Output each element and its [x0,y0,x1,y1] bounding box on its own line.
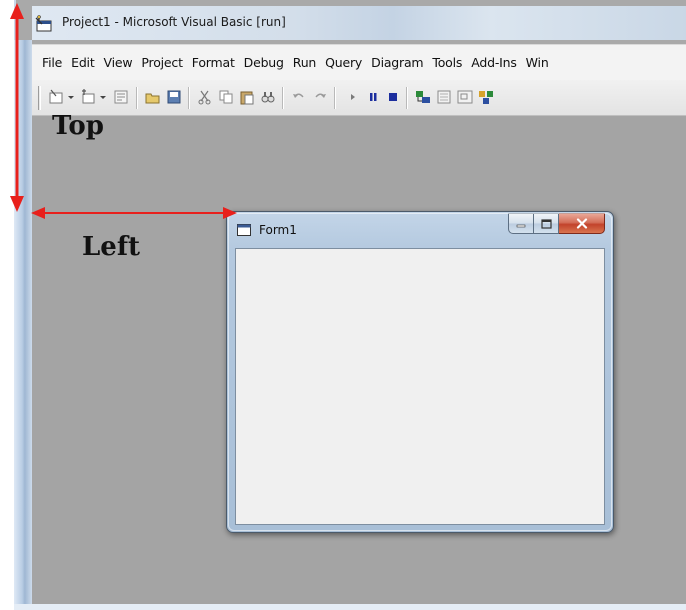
menu-diagram[interactable]: Diagram [371,55,423,70]
vb-project-icon [35,15,52,32]
menu-project[interactable]: Project [141,55,183,70]
minimize-button[interactable] [508,213,534,234]
toolbar-separator [334,87,336,109]
toolbar-separator [188,87,190,109]
menu-format[interactable]: Format [192,55,235,70]
start-icon[interactable] [344,88,362,106]
form1-title: Form1 [259,223,297,237]
toolbar-separator [282,87,284,109]
top-annotation-label: Top [52,111,104,141]
paste-icon[interactable] [238,88,256,106]
menu-tools[interactable]: Tools [432,55,462,70]
add-form-icon[interactable] [80,88,98,106]
menu-edit[interactable]: Edit [71,55,95,70]
menu-window[interactable]: Win [526,55,549,70]
menu-query[interactable]: Query [325,55,362,70]
form-window-icon [237,224,251,236]
find-icon[interactable] [259,88,277,106]
form-layout-icon[interactable] [456,88,474,106]
menu-file[interactable]: File [42,55,62,70]
ide-title-bar[interactable]: Project1 - Microsoft Visual Basic [run] [32,6,686,40]
menu-run[interactable]: Run [293,55,317,70]
close-button[interactable] [559,213,605,234]
end-icon[interactable] [384,88,402,106]
properties-window-icon[interactable] [435,88,453,106]
standard-toolbar [32,80,686,116]
undo-icon[interactable] [290,88,308,106]
window-caption-buttons [508,213,605,234]
menu-bar: File Edit View Project Format Debug Run … [32,44,686,80]
menu-debug[interactable]: Debug [244,55,284,70]
minimize-icon [516,224,526,227]
menu-view[interactable]: View [104,55,133,70]
toolbar-separator [136,87,138,109]
chevron-down-icon[interactable] [99,88,107,106]
open-project-icon[interactable] [144,88,162,106]
ide-bottom-frame [14,604,686,610]
maximize-icon [540,218,552,229]
copy-icon[interactable] [217,88,235,106]
maximize-button[interactable] [534,213,559,234]
break-icon[interactable] [364,88,382,106]
menu-add-ins[interactable]: Add-Ins [471,55,517,70]
cut-icon[interactable] [196,88,214,106]
form1-client-area[interactable] [235,248,605,525]
object-browser-icon[interactable] [477,88,495,106]
toolbar-separator [406,87,408,109]
add-project-icon[interactable] [48,88,66,106]
close-icon [576,218,587,229]
form1-window[interactable]: Form1 [226,211,614,533]
project-explorer-icon[interactable] [414,88,432,106]
toolbar-grip[interactable] [38,86,41,110]
chevron-down-icon[interactable] [67,88,75,106]
menu-editor-icon[interactable] [112,88,130,106]
left-annotation-label: Left [82,232,141,262]
ide-title-text: Project1 - Microsoft Visual Basic [run] [62,15,286,29]
save-project-icon[interactable] [165,88,183,106]
redo-icon[interactable] [311,88,329,106]
